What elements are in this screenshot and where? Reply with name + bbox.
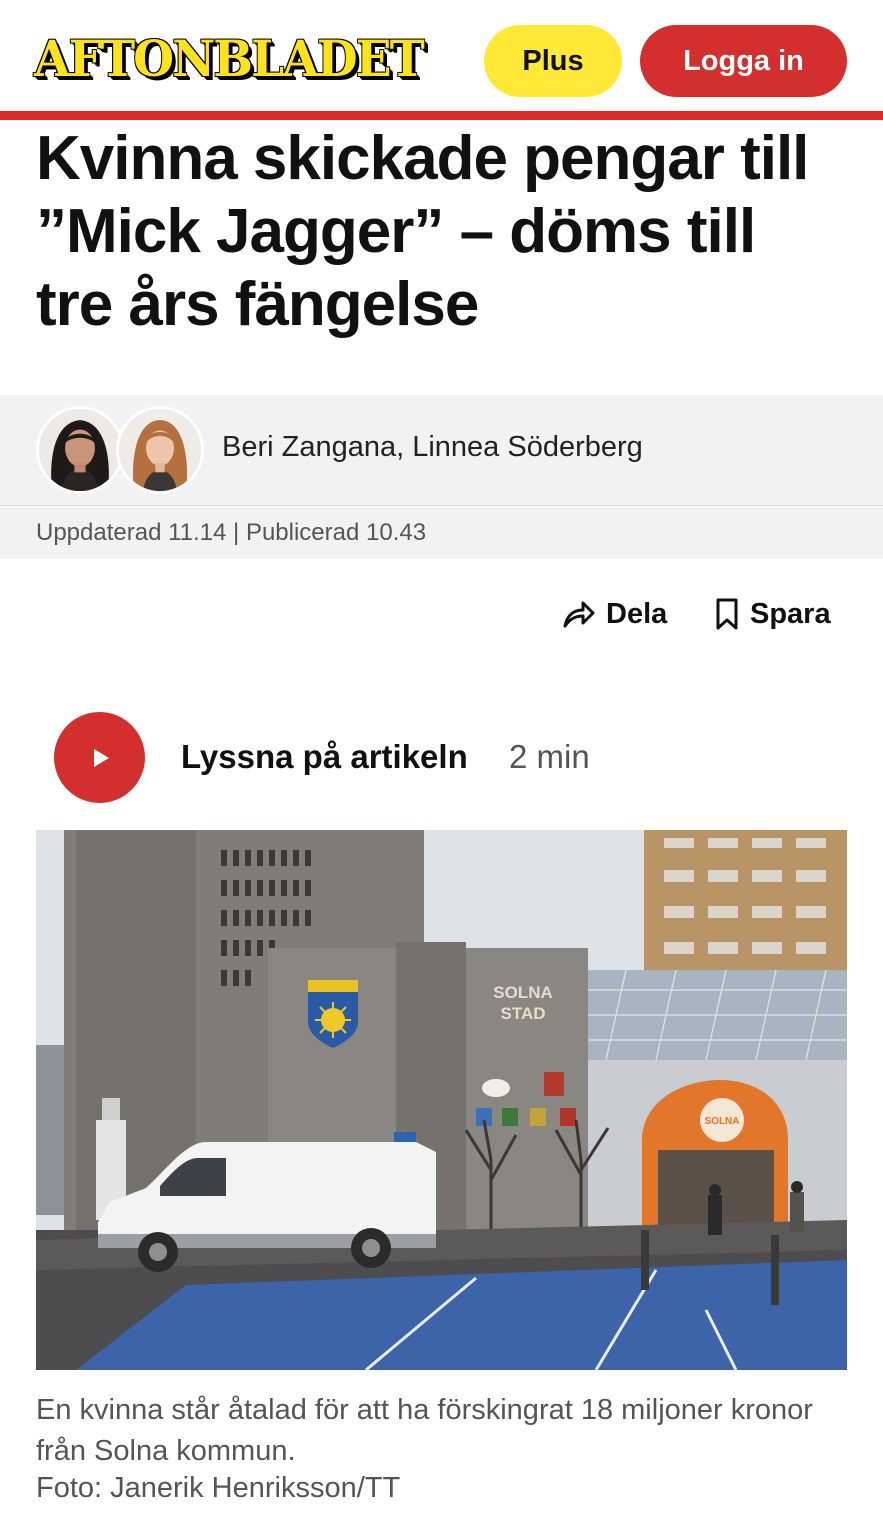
aftonbladet-logo[interactable]: AFTONBLADET [34, 30, 448, 88]
byline: Beri Zangana, Linnea Söderberg [0, 395, 883, 506]
dateline: Uppdaterad 11.14 | Publicerad 10.43 [0, 507, 883, 559]
share-arrow-icon [563, 601, 595, 628]
share-label: Dela [606, 597, 668, 630]
photo-credit: Foto: Janerik Henriksson/TT [36, 1472, 401, 1504]
author-portrait-2 [119, 409, 201, 491]
author-avatar-1[interactable] [36, 406, 124, 494]
play-audio-button[interactable] [54, 712, 145, 803]
listen-duration: 2 min [509, 738, 590, 775]
facade-sign-line1: SOLNA [493, 983, 553, 1002]
article-photo[interactable]: SOLNA STAD SOLNA [36, 830, 847, 1370]
logo-text: AFTONBLADET [34, 29, 425, 88]
login-button[interactable]: Logga in [640, 25, 847, 97]
bookmark-icon [716, 598, 738, 630]
play-icon [93, 748, 109, 767]
header-divider [0, 111, 883, 120]
save-label: Spara [750, 597, 831, 630]
author-avatar-2[interactable] [116, 406, 204, 494]
author-portrait-1 [39, 409, 121, 491]
publish-timestamps: Uppdaterad 11.14 | Publicerad 10.43 [36, 519, 427, 546]
round-sign-text: SOLNA [705, 1116, 740, 1127]
facade-sign-line2: STAD [500, 1004, 545, 1023]
photo-caption: En kvinna står åtalad för att ha förskin… [36, 1394, 813, 1467]
site-header: AFTONBLADET Plus Logga in [0, 0, 883, 112]
plus-button[interactable]: Plus [484, 25, 622, 97]
solna-town-hall-photo: SOLNA STAD SOLNA [36, 830, 847, 1370]
listen-label[interactable]: Lyssna på artikeln [181, 738, 468, 776]
save-button[interactable]: Spara [714, 592, 831, 636]
share-button[interactable]: Dela [562, 592, 667, 636]
article-headline: Kvinna skickade pengar till ”Mick Jagger… [36, 124, 809, 339]
author-names[interactable]: Beri Zangana, Linnea Söderberg [222, 431, 643, 464]
